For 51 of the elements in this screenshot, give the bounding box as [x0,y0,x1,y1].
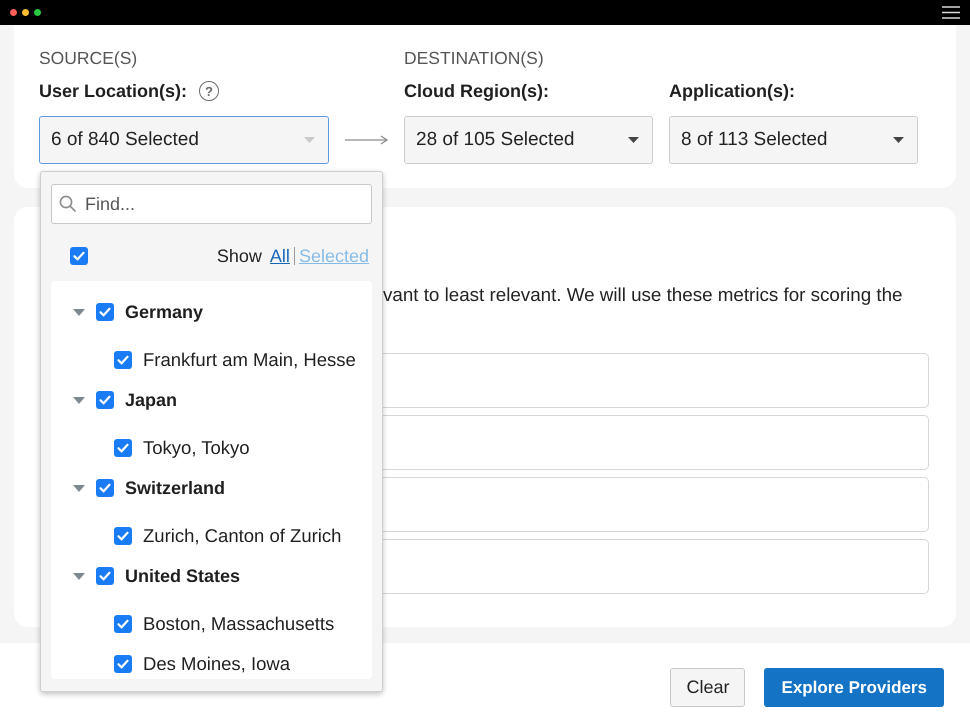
multiselect-dropdown[interactable]: 28 of 105 Selected [404,116,653,164]
caret-icon[interactable] [73,572,85,580]
checkbox[interactable] [96,479,114,497]
caret-down-icon [893,137,904,143]
location-label: United States [125,564,240,588]
location-label: Japan [125,388,178,412]
multiselect-dropdown[interactable]: 6 of 840 Selected [39,116,329,164]
search-field[interactable]: Find... [51,184,372,224]
checkbox[interactable] [96,567,114,585]
field-label: User Location(s): [39,80,188,103]
field-label: Application(s): [669,80,795,103]
close-window-icon[interactable] [10,9,17,16]
checkbox[interactable] [96,303,114,321]
checkbox[interactable] [114,527,132,545]
search-icon [59,195,76,212]
location-label: Tokyo, Tokyo [143,436,250,460]
explore-button[interactable]: Explore Providers [764,668,944,707]
location-label: Des Moines, Iowa [143,652,290,676]
metric-field[interactable] [383,415,929,470]
section-heading: SOURCE(S) [39,47,138,70]
caret-icon[interactable] [73,484,85,492]
section-heading: DESTINATION(S) [404,47,544,70]
description-text: vant to least relevant. We will use these metrics for scoring the [383,283,902,307]
multiselect-dropdown[interactable]: 8 of 113 Selected [669,116,918,164]
clear-button[interactable]: Clear [670,668,746,707]
location-label: Frankfurt am Main, Hesse [143,348,356,372]
metric-field[interactable] [383,353,929,408]
caret-down-icon [628,137,639,143]
location-label: Zurich, Canton of Zurich [143,524,342,548]
checkbox[interactable] [114,439,132,457]
location-label: Switzerland [125,476,226,500]
caret-icon[interactable] [73,308,85,316]
caret-icon[interactable] [73,396,85,404]
right-arrow-icon [345,135,388,145]
menu-icon[interactable] [942,6,960,19]
filter-link[interactable]: All [270,242,290,270]
checkbox[interactable] [114,351,132,369]
metric-field[interactable] [383,477,929,532]
checkbox[interactable] [70,247,88,265]
maximize-window-icon[interactable] [34,9,41,16]
checkbox[interactable] [114,615,132,633]
location-label: Boston, Massachusetts [143,612,334,636]
show-label: Show [216,244,262,268]
caret-down-icon [304,137,315,143]
location-label: Germany [125,300,204,324]
metric-field[interactable] [383,539,929,594]
checkbox[interactable] [96,391,114,409]
field-label: Cloud Region(s): [404,80,549,103]
minimize-window-icon[interactable] [22,9,29,16]
checkbox[interactable] [114,655,132,673]
help-icon[interactable]: ? [199,81,220,101]
